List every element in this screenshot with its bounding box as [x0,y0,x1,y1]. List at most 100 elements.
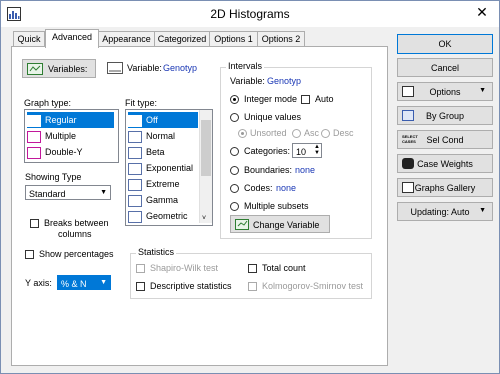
by-group-button-label: By Group [425,111,465,121]
options-button-label: Options [429,87,461,97]
fit-type-item-label: Off [146,115,158,125]
total-count-checkbox[interactable] [248,264,257,273]
spinner-up-down-icon[interactable]: ▲ ▼ [314,144,320,156]
updating-button[interactable]: Updating: Auto ▼ [397,202,493,221]
scrollbar-thumb[interactable] [201,120,211,176]
graph-type-item-label: Double-Y [45,147,83,157]
updating-button-label: Updating: Auto [410,207,470,217]
fit-type-item-off[interactable]: Off [128,112,198,128]
variables-icon [27,63,43,75]
fit-type-item-label: Gamma [146,195,179,205]
shapiro-wilk-checkbox[interactable] [136,264,145,273]
kolmogorov-smirnov-checkbox[interactable] [248,282,257,291]
descriptive-statistics-checkbox[interactable] [136,282,145,291]
graph-type-item-regular[interactable]: Regular [27,112,114,128]
by-group-button[interactable]: By Group [397,106,493,125]
graph-type-list[interactable]: Regular Multiple Double-Y [24,109,119,163]
dropdown-arrow-icon: ▼ [479,207,486,214]
fit-type-item-label: Exponential [146,163,194,173]
multiple-subsets-label: Multiple subsets [244,201,309,211]
desc-radio[interactable] [321,129,330,138]
integer-mode-radio[interactable] [230,95,239,104]
fit-type-item-geometric[interactable]: Geometric [128,208,198,224]
graph-type-item-multiple[interactable]: Multiple [27,128,114,144]
ok-button-label: OK [438,39,452,49]
y-axis-select[interactable]: % & N ▼ [57,275,111,290]
intervals-group-label: Intervals [226,61,265,71]
options-button[interactable]: Options ▼ [397,82,493,101]
asc-label: Asc [304,128,320,138]
change-variable-button[interactable]: Change Variable [230,215,330,233]
unsorted-label: Unsorted [250,128,287,138]
normal-fit-icon [128,130,142,143]
y-axis-label: Y axis: [25,278,52,288]
tab-appearance[interactable]: Appearance [98,31,155,47]
tab-options-1[interactable]: Options 1 [209,31,258,47]
intervals-variable-label: Variable: [230,76,265,86]
auto-checkbox[interactable] [301,95,310,104]
desc-label: Desc [333,128,354,138]
fit-type-scrollbar[interactable]: ˅ [199,110,212,223]
dropdown-arrow-icon: ▼ [479,87,486,94]
statistics-group [130,253,372,299]
ok-button[interactable]: OK [397,34,493,54]
geometric-fit-icon [128,210,142,223]
regular-graph-icon [27,114,41,127]
graph-type-label: Graph type: [24,98,72,108]
double-y-graph-icon [27,146,41,159]
scroll-down-icon[interactable]: ˅ [202,215,206,222]
extreme-fit-icon [128,178,142,191]
case-weights-button[interactable]: Case Weights [397,154,493,173]
advanced-tab-panel: Variables: Variable: Genotyp Graph type:… [11,46,388,366]
sel-cond-button[interactable]: SELECT CASES Sel Cond [397,130,493,149]
graph-type-item-double-y[interactable]: Double-Y [27,144,114,160]
descriptive-statistics-label: Descriptive statistics [150,281,232,291]
multiple-subsets-radio[interactable] [230,202,239,211]
fit-type-item-extreme[interactable]: Extreme [128,176,198,192]
categories-radio[interactable] [230,147,239,156]
multiple-graph-icon [27,130,41,143]
unsorted-radio[interactable] [238,129,247,138]
graphs-gallery-button[interactable]: Graphs Gallery [397,178,493,197]
graphs-gallery-button-label: Graphs Gallery [414,183,476,193]
unique-values-radio[interactable] [230,113,239,122]
change-variable-label: Change Variable [253,220,320,230]
fit-type-item-gamma[interactable]: Gamma [128,192,198,208]
variable-value: Genotyp [163,63,198,73]
boundaries-radio[interactable] [230,166,239,175]
variable-label: Variable: [127,63,162,73]
tab-quick[interactable]: Quick [13,31,45,47]
codes-label: Codes: [244,183,273,193]
fit-type-item-normal[interactable]: Normal [128,128,198,144]
close-button[interactable]: ✕ [465,1,499,23]
asc-radio[interactable] [292,129,301,138]
breaks-label-line1: Breaks between [44,218,109,228]
exponential-fit-icon [128,162,142,175]
tab-options-2[interactable]: Options 2 [257,31,305,47]
chevron-down-icon: ▼ [100,189,107,196]
categories-spinner[interactable]: 10 ▲ ▼ [292,143,322,158]
showing-type-select[interactable]: Standard ▼ [25,185,111,200]
categories-value: 10 [296,147,307,157]
breaks-checkbox[interactable] [30,219,39,228]
fit-type-item-exponential[interactable]: Exponential [128,160,198,176]
codes-radio[interactable] [230,184,239,193]
fit-type-item-label: Extreme [146,179,180,189]
variables-button[interactable]: Variables: [22,59,96,78]
boundaries-value: none [295,165,316,175]
auto-label: Auto [315,94,334,104]
total-count-label: Total count [262,263,306,273]
variable-swatch-icon [107,62,123,74]
show-percentages-checkbox[interactable] [25,250,34,259]
tab-advanced[interactable]: Advanced [45,29,99,48]
fit-type-item-beta[interactable]: Beta [128,144,198,160]
variables-button-label: Variables: [48,64,88,74]
tab-categorized[interactable]: Categorized [154,31,210,47]
change-variable-icon [235,219,249,230]
showing-type-value: Standard [29,189,66,199]
title-bar: 2D Histograms ✕ [1,1,499,27]
show-percentages-label: Show percentages [39,249,114,259]
cancel-button[interactable]: Cancel [397,58,493,77]
fit-type-list[interactable]: Off Normal Beta Exponential Extreme Gamm… [125,109,213,226]
fit-type-item-label: Normal [146,131,176,141]
